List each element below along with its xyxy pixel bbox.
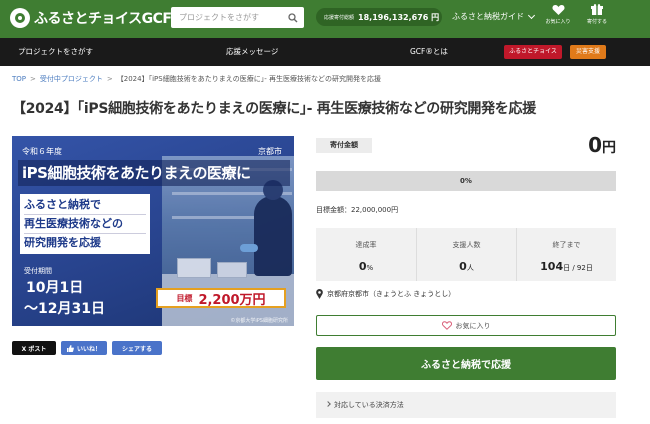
hero-period-label: 受付期間	[24, 267, 52, 275]
stat-label: 達成率	[355, 241, 377, 249]
breadcrumb-separator: >	[106, 75, 113, 83]
heart-icon	[551, 5, 565, 15]
favorites-link[interactable]: お気に入り	[538, 4, 578, 25]
total-donations-label: 応援寄付総額	[324, 14, 355, 21]
donate-button[interactable]: ふるさと納税で応援	[316, 347, 616, 380]
target-amount: 目標金額：22,000,000円	[316, 206, 399, 214]
site-logo[interactable]: ふるさとチョイスGCF	[10, 8, 172, 28]
hero-message-box: ふるさと納税で 再生医療技術などの 研究開発を応援	[20, 194, 150, 254]
search-button[interactable]	[282, 7, 304, 28]
breadcrumb-separator: >	[30, 75, 36, 83]
gift-box-icon	[591, 4, 603, 15]
location-text: 京都府京都市（きょうとふ きょうとし）	[327, 290, 456, 298]
stat-label: 終了まで	[552, 241, 581, 249]
chevron-right-icon	[325, 401, 331, 407]
facebook-like-button[interactable]: いいね！	[61, 341, 107, 355]
stat-value: 0人	[459, 260, 474, 273]
donation-amount-unit: 円	[602, 140, 616, 156]
search-icon	[288, 12, 298, 22]
hero-date-start: 10月1日	[26, 280, 84, 296]
hero-credit: ©京都大学iPS細胞研究所	[230, 318, 288, 324]
nav-item-search-projects[interactable]: プロジェクトをさがす	[18, 38, 93, 66]
breadcrumb: TOP > 受付中プロジェクト > 【2024】｢iPS細胞技術をあたりまえの医療に｣-…	[12, 74, 381, 84]
main-nav: プロジェクトをさがす 応援メッセージ GCF®とは ふるさとチョイス 災害支援	[0, 38, 650, 66]
map-pin-icon	[316, 289, 323, 299]
breadcrumb-top[interactable]: TOP	[12, 75, 26, 83]
hero-goal-label: 目標	[176, 293, 193, 303]
x-post-button[interactable]: X ポスト	[12, 341, 56, 355]
guide-label: ふるさと納税ガイド	[452, 12, 524, 21]
facebook-share-button[interactable]: シェアする	[112, 341, 162, 355]
nav-badge-furusato-choice[interactable]: ふるさとチョイス	[504, 45, 562, 59]
donated-label: 寄付する	[586, 19, 607, 25]
stat-supporters: 支援人数 0人	[416, 228, 516, 281]
stats-panel: 達成率 0% 支援人数 0人 終了まで 104日 / 92日	[316, 228, 616, 281]
donation-progress-bar: 0%	[316, 171, 616, 191]
project-main-image: 令和６年度 京都市 iPS細胞技術をあたりまえの医療に ふるさと納税で 再生医療…	[12, 136, 294, 326]
project-location[interactable]: 京都府京都市（きょうとふ きょうとし）	[316, 289, 455, 299]
hero-goal-badge: 目標 2,200万円	[156, 288, 286, 308]
total-donations-value: 18,196,132,676 円	[358, 12, 440, 22]
logo-icon	[10, 8, 30, 28]
donation-amount: 0円	[588, 133, 616, 157]
stat-achievement-rate: 達成率 0%	[316, 228, 416, 281]
nav-item-about-gcf[interactable]: GCF®とは	[410, 38, 448, 66]
payment-methods-label: 対応している決済方法	[334, 401, 404, 409]
donation-amount-tag: 寄付金額	[316, 138, 372, 153]
stat-label: 支援人数	[452, 241, 481, 249]
breadcrumb-current: 【2024】｢iPS細胞技術をあたりまえの医療に｣- 再生医療技術などの研究開発…	[116, 75, 381, 83]
hero-box-line: 研究開発を応援	[24, 233, 146, 252]
heart-outline-icon	[441, 321, 452, 330]
hero-box-line: ふるさと納税で	[24, 198, 101, 211]
hero-box-line: 再生医療技術などの	[24, 214, 146, 233]
add-favorite-button[interactable]: お気に入り	[316, 315, 616, 336]
thumbs-up-icon	[66, 344, 74, 352]
donated-link[interactable]: 寄付する	[577, 4, 617, 25]
hero-headline: iPS細胞技術をあたりまえの医療に	[18, 160, 290, 186]
nav-item-messages[interactable]: 応援メッセージ	[226, 38, 278, 66]
facebook-like-label: いいね！	[76, 345, 101, 353]
furusato-guide-menu[interactable]: ふるさと納税ガイド	[452, 11, 536, 22]
total-donations: 応援寄付総額 18,196,132,676 円	[316, 8, 442, 26]
hero-goal-value: 2,200万円	[198, 292, 266, 308]
chevron-down-icon	[527, 11, 536, 19]
page-title: 【2024】｢iPS細胞技術をあたりまえの医療に｣- 再生医療技術などの研究開発…	[12, 101, 536, 117]
site-header: ふるさとチョイスGCF 応援寄付総額 18,196,132,676 円 ふるさと…	[0, 0, 650, 38]
stat-value: 0%	[358, 260, 374, 273]
stat-days-remaining: 終了まで 104日 / 92日	[516, 228, 616, 281]
breadcrumb-accepting-projects[interactable]: 受付中プロジェクト	[40, 75, 103, 83]
stat-value: 104日 / 92日	[540, 260, 593, 273]
search-input[interactable]	[171, 7, 281, 28]
progress-text: 0%	[460, 177, 472, 185]
favorites-label: お気に入り	[545, 19, 571, 25]
hero-city: 京都市	[258, 147, 282, 156]
logo-text: ふるさとチョイスGCF	[34, 11, 172, 27]
search-box	[171, 7, 304, 28]
payment-methods-toggle[interactable]: 対応している決済方法	[316, 392, 616, 418]
hero-year: 令和６年度	[22, 147, 62, 156]
hero-date-end: 〜12月31日	[24, 301, 105, 317]
donation-amount-value: 0	[588, 133, 602, 157]
nav-badge-disaster-support[interactable]: 災害支援	[570, 45, 606, 59]
favorite-button-label: お気に入り	[455, 321, 491, 330]
